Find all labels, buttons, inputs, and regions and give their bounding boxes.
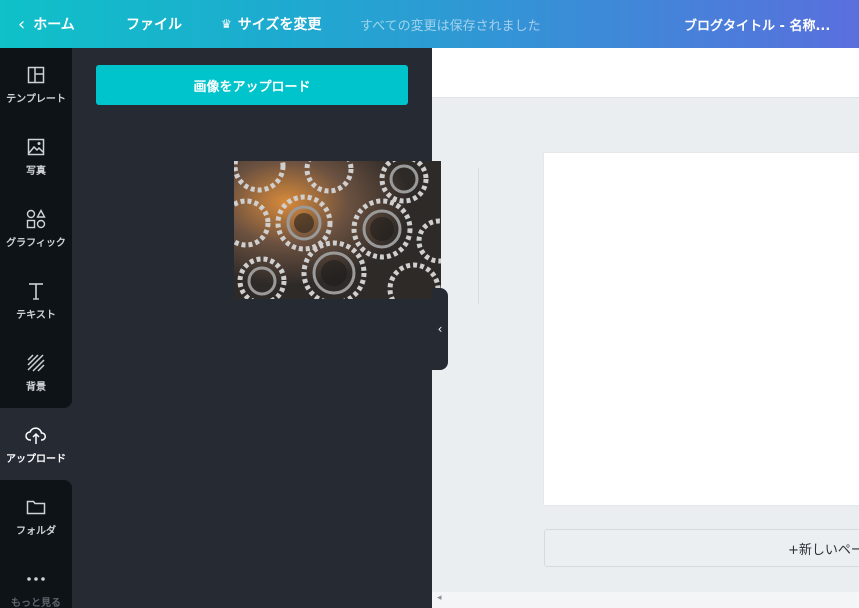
- save-status: すべての変更は保存されました: [360, 18, 541, 34]
- rail-item-graphics[interactable]: グラフィック: [0, 192, 72, 264]
- rail-label: アップロード: [6, 453, 66, 465]
- rail-label: グラフィック: [6, 237, 66, 249]
- scroll-left-icon[interactable]: ◂: [437, 593, 442, 603]
- alignment-guide: [478, 168, 479, 304]
- rail-label: フォルダ: [16, 525, 56, 537]
- rail-item-text[interactable]: テキスト: [0, 264, 72, 336]
- left-rail: テンプレート 写真 グラフィック テキスト 背景 アップロード フォルダ もっと…: [0, 48, 72, 608]
- rail-item-photos[interactable]: 写真: [0, 120, 72, 192]
- uploaded-image-thumbnail[interactable]: [234, 161, 441, 299]
- text-icon: [27, 280, 45, 302]
- rail-label: テキスト: [16, 309, 56, 321]
- rail-label: もっと見る: [11, 597, 61, 608]
- more-icon: [26, 568, 46, 590]
- design-page[interactable]: [544, 153, 859, 505]
- add-new-page-button[interactable]: +新しいペー: [544, 529, 859, 567]
- chevron-left-icon: ‹: [437, 322, 443, 336]
- collapse-panel-button[interactable]: ‹: [432, 288, 448, 370]
- rail-item-folders[interactable]: フォルダ: [0, 480, 72, 552]
- uploads-panel: 画像をアップロード: [72, 48, 441, 608]
- template-icon: [27, 64, 45, 86]
- folder-icon: [26, 496, 46, 518]
- new-page-label: +新しいペー: [788, 542, 859, 558]
- resize-label: サイズを変更: [237, 17, 322, 33]
- document-title[interactable]: ブログタイトル - 名称...: [684, 0, 830, 48]
- photo-icon: [27, 136, 45, 158]
- rail-item-background[interactable]: 背景: [0, 336, 72, 408]
- gears-image: [234, 161, 441, 299]
- chevron-left-icon: ‹: [18, 13, 26, 35]
- top-bar: ‹ ホーム ファイル ♛ サイズを変更 すべての変更は保存されました ブログタイ…: [0, 0, 859, 48]
- crown-icon: ♛: [221, 17, 232, 31]
- shapes-icon: [26, 208, 46, 230]
- rail-item-uploads[interactable]: アップロード: [0, 408, 72, 480]
- home-button[interactable]: ‹ ホーム: [18, 0, 75, 48]
- rail-label: テンプレート: [6, 93, 66, 105]
- cloud-upload-icon: [25, 424, 47, 446]
- home-label: ホーム: [33, 17, 75, 33]
- upload-image-button[interactable]: 画像をアップロード: [96, 65, 408, 105]
- background-icon: [27, 352, 45, 374]
- resize-button[interactable]: ♛ サイズを変更: [221, 0, 321, 48]
- rail-label: 写真: [26, 165, 46, 177]
- rail-item-templates[interactable]: テンプレート: [0, 48, 72, 120]
- rail-label: 背景: [26, 381, 46, 393]
- file-menu-button[interactable]: ファイル: [126, 0, 182, 48]
- horizontal-scrollbar[interactable]: ◂: [432, 592, 859, 608]
- editor-toolbar: [432, 48, 859, 98]
- rail-item-more[interactable]: もっと見る: [0, 552, 72, 608]
